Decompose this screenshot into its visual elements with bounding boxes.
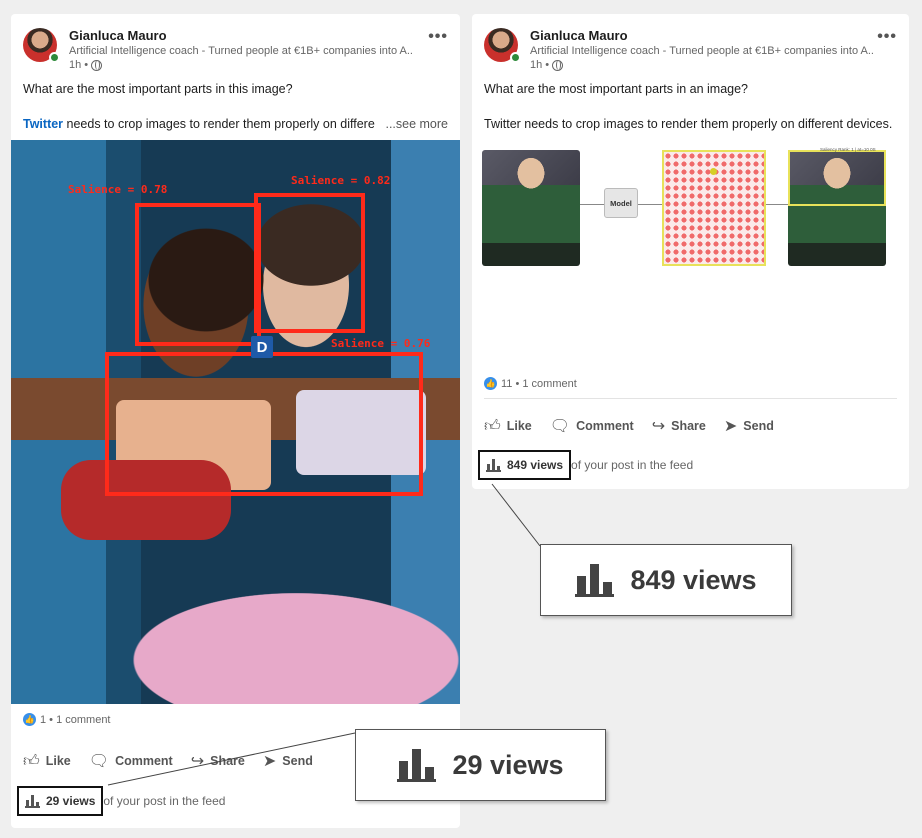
share-button[interactable]: ↪ Share <box>191 751 245 771</box>
send-label: Send <box>743 419 774 433</box>
share-button[interactable]: ↪ Share <box>652 416 706 436</box>
salience-box <box>254 193 365 333</box>
share-icon: ↪ <box>651 418 666 435</box>
bar-chart-icon <box>486 458 501 472</box>
arrow-connector <box>766 204 788 205</box>
post-image[interactable]: Salience = 0.78 Salience = 0.82 Salience… <box>11 140 460 704</box>
share-icon: ↪ <box>190 753 205 770</box>
salience-label: Salience = 0.76 <box>331 337 431 350</box>
send-button[interactable]: ➤ Send <box>724 416 774 436</box>
avatar[interactable] <box>23 28 60 63</box>
bar-chart-icon <box>25 794 40 808</box>
arrow-connector <box>638 204 662 205</box>
like-reaction-icon: 👍 <box>484 377 497 390</box>
views-count-button[interactable]: 29 views <box>17 786 104 816</box>
left-post-card: Gianluca Mauro Artificial Intelligence c… <box>11 14 460 828</box>
views-count-button[interactable]: 849 views <box>478 450 572 480</box>
salience-box <box>135 203 261 346</box>
views-count: 29 views <box>46 794 96 808</box>
online-status-icon <box>510 52 521 63</box>
model-box: Model <box>604 188 638 218</box>
comment-icon: 🗨 <box>549 418 571 435</box>
saliency-peak <box>710 168 717 175</box>
post-time: 1h • <box>69 58 414 72</box>
input-image <box>482 150 580 266</box>
bar-chart-icon <box>397 748 437 782</box>
post-text-line2: Twitter needs to crop images to render t… <box>23 117 375 131</box>
reactions-count: 1 • 1 comment <box>40 713 111 726</box>
send-button[interactable]: ➤ Send <box>263 751 313 771</box>
time-label: 1h • <box>530 59 550 71</box>
views-row: 29 views of your post in the feed <box>17 786 225 816</box>
badge-d: D <box>251 336 273 358</box>
right-post-card: Gianluca Mauro Artificial Intelligence c… <box>472 14 909 489</box>
like-reaction-icon: 👍 <box>23 713 36 726</box>
share-label: Share <box>671 419 706 433</box>
saliency-diagram[interactable]: Model Saliency Rank: 1 | at=10 0S <box>482 147 902 272</box>
reactions-summary[interactable]: 👍 11 • 1 comment <box>484 377 577 390</box>
author-name[interactable]: Gianluca Mauro <box>530 28 875 44</box>
globe-icon <box>552 59 564 71</box>
more-icon[interactable]: ••• <box>877 28 897 46</box>
salience-box <box>105 352 423 496</box>
action-bar: 👍︎ Like 🗨 Comment ↪ Share ➤ Send <box>23 751 313 771</box>
time-label: 1h • <box>69 59 89 71</box>
more-icon[interactable]: ••• <box>428 28 448 46</box>
views-suffix: of your post in the feed <box>103 794 226 808</box>
post-text-line1: What are the most important parts in an … <box>484 82 749 96</box>
send-icon: ➤ <box>723 418 738 435</box>
post-header: Gianluca Mauro Artificial Intelligence c… <box>23 28 414 72</box>
send-label: Send <box>282 754 313 768</box>
comment-label: Comment <box>576 419 634 433</box>
salience-label: Salience = 0.82 <box>291 174 391 187</box>
salience-label: Salience = 0.78 <box>68 183 168 196</box>
twitter-link[interactable]: Twitter <box>23 117 63 131</box>
online-status-icon <box>49 52 60 63</box>
like-label: Like <box>506 419 532 433</box>
bar-chart-icon <box>575 563 615 597</box>
callout-views-text: 29 views <box>452 749 564 780</box>
like-icon: 👍︎ <box>23 752 40 770</box>
post-text-line2: Twitter needs to crop images to render t… <box>484 117 893 131</box>
send-icon: ➤ <box>262 753 277 770</box>
views-suffix: of your post in the feed <box>571 458 694 472</box>
crop-frame <box>788 150 886 206</box>
post-text-line1: What are the most important parts in thi… <box>23 82 293 96</box>
globe-icon <box>91 59 103 71</box>
like-button[interactable]: 👍︎ Like <box>23 751 71 771</box>
post-text-rest: needs to crop images to render them prop… <box>63 117 375 131</box>
views-callout-left: 29 views <box>355 729 606 801</box>
share-label: Share <box>210 754 245 768</box>
reactions-summary[interactable]: 👍 1 • 1 comment <box>23 713 111 726</box>
arrow-connector <box>580 204 604 205</box>
comment-icon: 🗨 <box>88 753 110 770</box>
views-count: 849 views <box>507 458 564 472</box>
comment-button[interactable]: 🗨 Comment <box>89 751 173 771</box>
post-time: 1h • <box>530 58 875 72</box>
author-headline: Artificial Intelligence coach - Turned p… <box>530 45 875 57</box>
like-button[interactable]: 👍︎ Like <box>484 416 532 436</box>
views-callout-right: 849 views <box>540 544 792 616</box>
reactions-count: 11 • 1 comment <box>501 377 577 390</box>
author-name[interactable]: Gianluca Mauro <box>69 28 414 44</box>
post-header: Gianluca Mauro Artificial Intelligence c… <box>484 28 875 72</box>
comment-button[interactable]: 🗨 Comment <box>550 416 634 436</box>
action-bar: 👍︎ Like 🗨 Comment ↪ Share ➤ Send <box>484 416 774 436</box>
like-label: Like <box>45 754 71 768</box>
divider <box>484 398 897 399</box>
avatar[interactable] <box>484 28 521 63</box>
like-icon: 👍︎ <box>484 417 501 435</box>
comment-label: Comment <box>115 754 173 768</box>
views-row: 849 views of your post in the feed <box>478 450 693 480</box>
callout-views-text: 849 views <box>630 564 757 595</box>
author-headline: Artificial Intelligence coach - Turned p… <box>69 45 414 57</box>
see-more-link[interactable]: ...see more <box>385 117 448 131</box>
saliency-caption: Saliency Rank: 1 | at=10 0S <box>820 147 876 152</box>
callout-line-right <box>491 483 541 547</box>
